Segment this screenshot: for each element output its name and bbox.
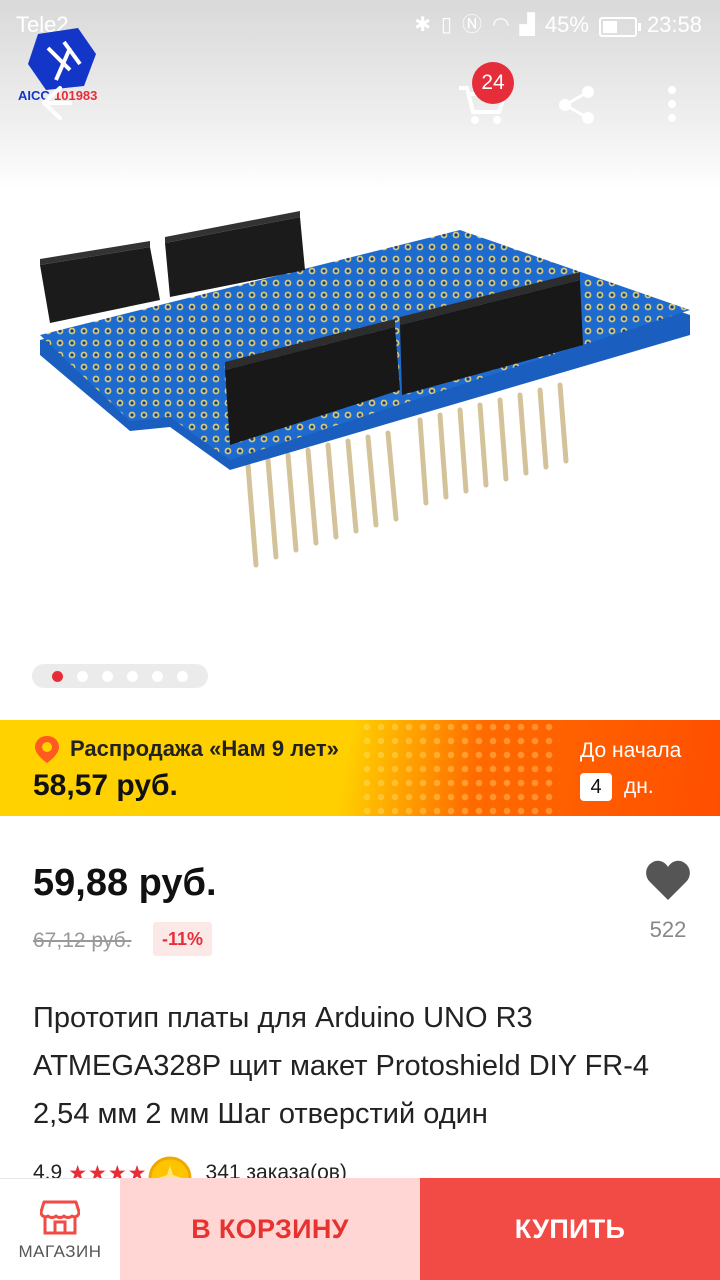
countdown-days: 4 <box>580 773 612 801</box>
battery-icon <box>598 17 641 37</box>
add-to-cart-button[interactable]: В КОРЗИНУ <box>120 1178 420 1280</box>
back-arrow-icon[interactable] <box>30 80 76 126</box>
old-price: 67,12 руб. <box>33 929 132 952</box>
buy-now-button[interactable]: КУПИТЬ <box>420 1178 720 1280</box>
bluetooth-icon: ✱ <box>414 14 432 36</box>
status-icons: ✱ ▯ Ⓝ ◠ ▟ 45% 23:58 <box>414 12 702 38</box>
sale-title: Распродажа «Нам 9 лет» <box>70 736 339 761</box>
pagination-dot[interactable] <box>152 670 163 682</box>
more-vertical-icon[interactable] <box>658 84 686 126</box>
pagination-dot[interactable] <box>77 670 88 682</box>
product-title: Прототип платы для Arduino UNO R3 ATMEGA… <box>33 1002 650 1130</box>
clock: 23:58 <box>646 12 702 37</box>
signal-icon: ▟ <box>519 14 535 36</box>
product-gallery[interactable]: Tele2 ✱ ▯ Ⓝ ◠ ▟ 45% 23:58 AICC 101983 24 <box>0 0 720 720</box>
sale-price: 58,57 руб. <box>33 769 178 802</box>
nfc-icon: Ⓝ <box>462 14 483 36</box>
pagination-dot[interactable] <box>177 670 188 682</box>
vibrate-icon: ▯ <box>441 14 453 36</box>
bottom-action-bar: МАГАЗИН В КОРЗИНУ КУПИТЬ <box>0 1178 720 1280</box>
current-price: 59,88 руб. <box>33 862 217 904</box>
store-label: МАГАЗИН <box>18 1241 102 1261</box>
cart-count-badge: 24 <box>472 62 514 104</box>
discount-badge: -11% <box>153 922 213 956</box>
product-image[interactable] <box>30 205 700 585</box>
countdown-label: До начала <box>580 739 682 762</box>
gallery-pagination <box>32 664 208 688</box>
battery-percent: 45% <box>544 12 589 37</box>
store-icon <box>40 1200 80 1234</box>
pagination-dot[interactable] <box>127 670 138 682</box>
countdown-unit: дн. <box>624 775 654 798</box>
pagination-dot[interactable] <box>102 670 113 682</box>
heart-icon[interactable] <box>644 858 692 902</box>
pagination-dot-active[interactable] <box>52 670 63 682</box>
share-icon[interactable] <box>556 84 598 126</box>
location-pin-icon <box>35 736 59 763</box>
wishlist-count: 522 <box>649 917 687 942</box>
store-button[interactable]: МАГАЗИН <box>0 1178 120 1280</box>
wifi-icon: ◠ <box>492 14 510 36</box>
banner-pattern <box>360 720 560 816</box>
